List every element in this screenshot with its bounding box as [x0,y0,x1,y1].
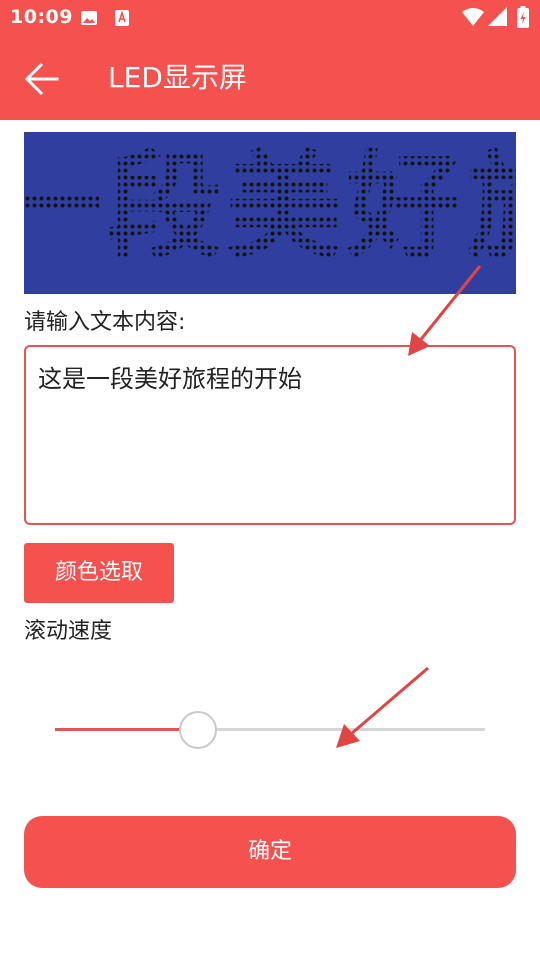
text-input[interactable]: 这是一段美好旅程的开始 [24,345,516,525]
signal-icon [488,7,508,31]
speed-label: 滚动速度 [24,619,113,644]
status-time: 10:09 [10,6,73,28]
led-scrolling-text: 一段美好旅 [24,140,516,275]
battery-icon [517,6,529,32]
annotation-arrow-icon [408,265,482,356]
app-bar: LED显示屏 [0,36,540,120]
slider-thumb[interactable] [178,711,217,749]
a-icon [114,9,130,31]
wifi-icon [462,7,484,31]
status-bar: 10:09 [0,0,540,36]
input-label: 请输入文本内容: [24,310,186,335]
confirm-button[interactable]: 确定 [24,816,516,888]
text-input-value: 这是一段美好旅程的开始 [38,365,302,393]
annotation-arrow-icon [336,666,429,748]
gallery-icon [80,9,98,31]
color-pick-button[interactable]: 颜色选取 [24,543,174,603]
slider-fill [55,728,197,731]
arrow-left-icon[interactable] [24,61,60,101]
page-title: LED显示屏 [108,61,247,94]
